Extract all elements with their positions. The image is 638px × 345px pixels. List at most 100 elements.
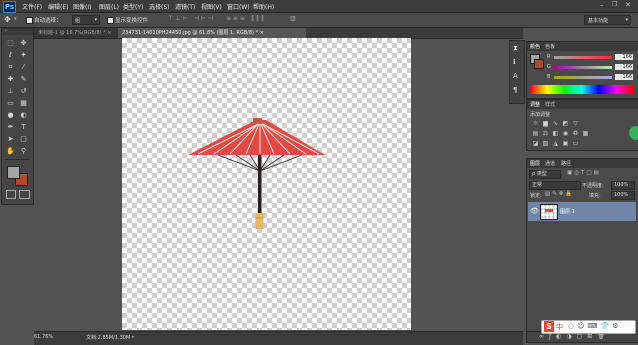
- status-menu-arrow-icon[interactable]: ▸: [132, 334, 135, 340]
- sogou-ime-icon[interactable]: S: [544, 321, 554, 332]
- menu-image[interactable]: 图像(I): [73, 2, 91, 11]
- blue-value-field[interactable]: 166: [615, 74, 633, 80]
- menu-filter[interactable]: 滤镜(T): [175, 2, 195, 11]
- workspace-switcher[interactable]: 基本功能 ▾: [584, 15, 631, 25]
- tab-paths[interactable]: 路径: [561, 160, 571, 167]
- tab-close-icon[interactable]: ×: [260, 30, 264, 36]
- color-lookup-icon[interactable]: ▦: [582, 130, 589, 137]
- blur-tool-icon[interactable]: ●: [5, 110, 16, 120]
- tab-layers[interactable]: 图层: [530, 160, 540, 167]
- pen-tool-icon[interactable]: ✒: [5, 122, 16, 132]
- channel-mixer-icon[interactable]: ♻: [572, 130, 579, 137]
- layer-kind-filter[interactable]: ρ 类型: [529, 170, 561, 179]
- vibrance-icon[interactable]: ▽: [572, 120, 579, 127]
- document-canvas[interactable]: [122, 38, 411, 330]
- eraser-tool-icon[interactable]: ▭: [5, 98, 16, 108]
- exposure-icon[interactable]: ◩: [562, 120, 569, 127]
- move-tool-icon[interactable]: ✥: [4, 15, 11, 24]
- red-value-field[interactable]: 166: [615, 54, 633, 60]
- brush-tool-icon[interactable]: ✎: [18, 74, 29, 84]
- zoom-tool-icon[interactable]: ⚲: [18, 146, 29, 156]
- blend-mode-dropdown[interactable]: 正常: [529, 181, 581, 190]
- menu-help[interactable]: 帮助(H): [253, 2, 274, 11]
- brightness-icon[interactable]: ☼: [532, 120, 539, 127]
- menu-select[interactable]: 选择(S): [149, 2, 170, 11]
- threshold-icon[interactable]: ◮: [552, 140, 559, 147]
- ime-mode-label[interactable]: 中: [556, 322, 563, 332]
- quick-mask-icon[interactable]: [6, 190, 16, 199]
- levels-icon[interactable]: ▆: [542, 120, 549, 127]
- green-value-field[interactable]: 166: [615, 64, 633, 70]
- menu-type[interactable]: 类型(Y): [123, 2, 143, 11]
- align-buttons-icon[interactable]: ⊤⊥⊢ ⊣⊢⊣: [168, 15, 215, 22]
- auto-select-dropdown[interactable]: 组 ▾: [72, 15, 100, 25]
- zoom-level[interactable]: 61.76%: [34, 334, 53, 340]
- history-panel-icon[interactable]: ⧗: [513, 44, 518, 53]
- menu-file[interactable]: 文件(F): [22, 2, 42, 11]
- tab-color[interactable]: 颜色: [530, 43, 540, 50]
- tool-preset-chevron-icon[interactable]: ▾: [14, 16, 17, 22]
- layer-footer-icons[interactable]: ∞ƒ◐◑▢⊞🗑: [539, 333, 610, 340]
- gradient-map-icon[interactable]: ▭: [572, 140, 579, 147]
- dodge-tool-icon[interactable]: ◐: [18, 110, 29, 120]
- color-spectrum-ramp[interactable]: [530, 85, 633, 94]
- foreground-color-swatch[interactable]: [7, 166, 20, 179]
- blue-slider[interactable]: [554, 76, 612, 79]
- tab-styles[interactable]: 样式: [545, 101, 555, 108]
- opacity-field[interactable]: 100%: [611, 181, 635, 190]
- lasso-tool-icon[interactable]: ℓ: [5, 50, 16, 60]
- lock-icons[interactable]: ▧✎✥🔒: [545, 191, 574, 197]
- layer-filter-icons[interactable]: ▣◎T▢▤: [567, 170, 601, 176]
- menu-layer[interactable]: 图层(L): [99, 2, 119, 11]
- hue-saturation-icon[interactable]: ▤: [532, 130, 539, 137]
- collapse-arrows-icon[interactable]: »: [4, 28, 7, 34]
- close-icon[interactable]: ✕: [625, 1, 631, 9]
- tab-swatches[interactable]: 色板: [545, 43, 555, 50]
- selective-color-icon[interactable]: ▣: [562, 140, 569, 147]
- crop-tool-icon[interactable]: ⌗: [5, 62, 16, 72]
- menu-edit[interactable]: 编辑(E): [48, 2, 68, 11]
- type-tool-icon[interactable]: T: [18, 122, 29, 132]
- spot-healing-tool-icon[interactable]: ✚: [5, 74, 16, 84]
- color-balance-icon[interactable]: ⚖: [542, 130, 549, 137]
- red-slider[interactable]: [554, 56, 612, 59]
- ime-tool-icons[interactable]: ◌☺⌨👕⚙: [568, 322, 622, 330]
- layer-row[interactable]: 👁 图层 1: [528, 202, 636, 221]
- magic-wand-tool-icon[interactable]: ✦: [18, 50, 29, 60]
- fill-field[interactable]: 100%: [611, 191, 635, 200]
- menu-view[interactable]: 视图(V): [201, 2, 222, 11]
- marquee-tool-icon[interactable]: ⬚: [5, 38, 16, 48]
- color-panel-background-swatch[interactable]: [534, 59, 544, 69]
- posterize-icon[interactable]: ▨: [542, 140, 549, 147]
- tab-umbrella-doc[interactable]: 234731-14010PH24450.jpg @ 61.8% (图层 1, R…: [118, 28, 306, 38]
- properties-panel-icon[interactable]: ℹ: [513, 58, 516, 66]
- visibility-eye-icon[interactable]: 👁: [530, 207, 539, 215]
- auto-align-icon[interactable]: ▥: [290, 15, 296, 22]
- eyedropper-tool-icon[interactable]: ⁄: [18, 62, 29, 72]
- gradient-tool-icon[interactable]: ▦: [18, 98, 29, 108]
- invert-icon[interactable]: ◪: [532, 140, 539, 147]
- tab-adjustments[interactable]: 调整: [530, 101, 540, 108]
- tab-close-icon[interactable]: ×: [107, 30, 111, 36]
- screen-mode-icon[interactable]: [19, 190, 30, 199]
- minimize-icon[interactable]: –: [600, 1, 604, 9]
- character-panel-icon[interactable]: A: [513, 72, 518, 80]
- distribute-buttons-icon[interactable]: ≡≡≡ ‖‖‖: [226, 15, 266, 22]
- photo-filter-icon[interactable]: ◉: [562, 130, 569, 137]
- auto-select-checkbox[interactable]: [26, 17, 33, 24]
- shape-tool-icon[interactable]: ▢: [18, 134, 29, 144]
- move-tool-icon[interactable]: ✥: [18, 38, 29, 48]
- clone-stamp-tool-icon[interactable]: ⊥: [5, 86, 16, 96]
- paragraph-panel-icon[interactable]: ¶: [513, 86, 517, 94]
- curves-icon[interactable]: ∿: [552, 120, 559, 127]
- floating-assistant-button[interactable]: [629, 126, 638, 140]
- black-white-icon[interactable]: ◧: [552, 130, 559, 137]
- menu-window[interactable]: 窗口(W): [227, 2, 250, 11]
- path-selection-tool-icon[interactable]: ➤: [5, 134, 16, 144]
- toolbar-header[interactable]: »: [2, 28, 33, 35]
- layer-name[interactable]: 图层 1: [560, 208, 575, 215]
- tab-untitled-doc[interactable]: 未标题-1 @ 16.7%(RGB/8) * ×: [34, 28, 120, 38]
- green-slider[interactable]: [554, 66, 612, 69]
- tab-channels[interactable]: 通道: [545, 160, 555, 167]
- show-transform-checkbox[interactable]: [107, 17, 114, 24]
